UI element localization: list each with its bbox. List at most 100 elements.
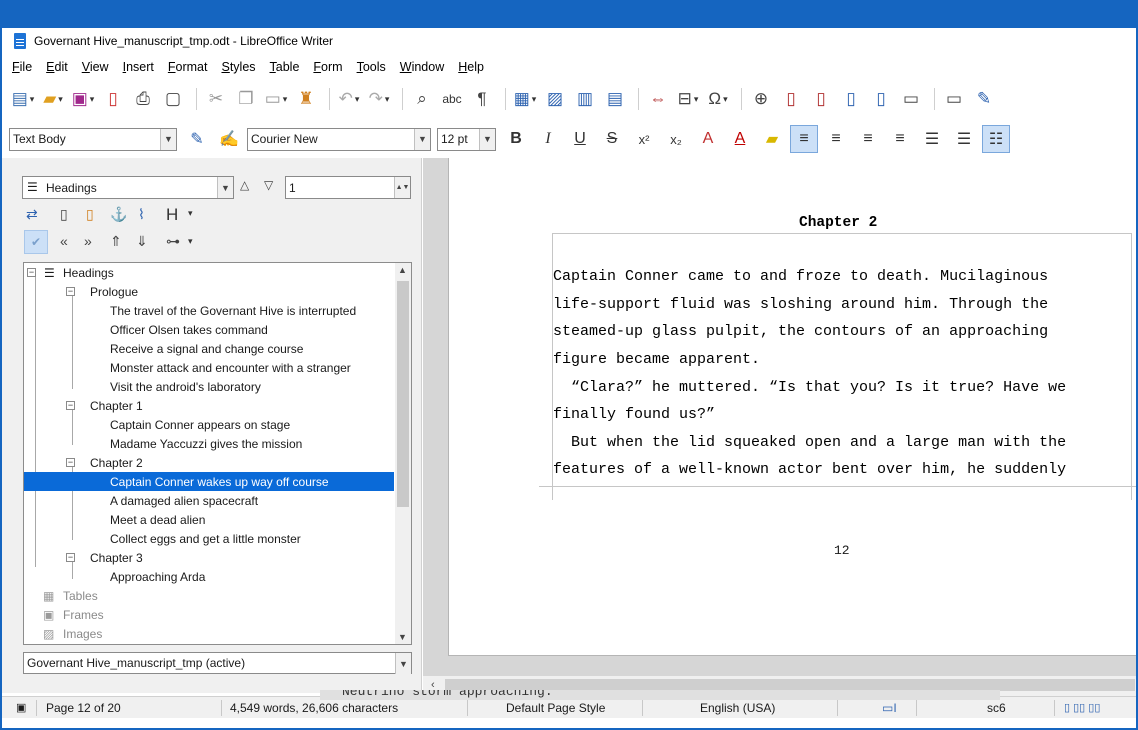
export-pdf-icon[interactable]: ▯ — [100, 86, 126, 112]
collapse-icon[interactable]: − — [66, 458, 75, 467]
tree-item-selected[interactable]: Captain Conner wakes up way off course — [24, 472, 394, 491]
body-line[interactable]: But when the lid squeaked open and a lar… — [553, 429, 1066, 457]
menu-help[interactable]: Help — [458, 60, 484, 74]
tree-item[interactable]: Collect eggs and get a little monster — [24, 529, 394, 548]
body-line[interactable]: “Clara?” he muttered. “Is that you? Is i… — [553, 374, 1066, 402]
page-count[interactable]: Page 12 of 20 — [46, 701, 121, 715]
paperclip-icon[interactable]: ⌇ — [138, 206, 145, 223]
chevron-down-icon[interactable]: ▾ — [188, 208, 193, 219]
cut-icon[interactable]: ✂ — [203, 86, 229, 112]
justify-icon[interactable]: ≡ — [886, 125, 914, 153]
hyperlink-icon[interactable]: ⊕ — [748, 86, 774, 112]
document-modified-icon[interactable]: ▣ — [16, 701, 26, 714]
open-folder-icon[interactable]: ▰ — [40, 86, 66, 112]
insert-field-icon[interactable]: ⊟ — [675, 86, 701, 112]
menu-table[interactable]: Table — [270, 60, 300, 74]
redo-icon[interactable]: ↷ — [366, 86, 392, 112]
insert-mode-icon[interactable]: ▭I — [882, 701, 897, 715]
special-character-icon[interactable]: Ω — [705, 86, 731, 112]
chevron-down-icon[interactable]: ▼ — [414, 128, 430, 150]
font-name-combo[interactable]: Courier New ▼ — [247, 127, 431, 151]
font-size-combo[interactable]: 12 pt ▼ — [437, 127, 496, 151]
insert-textbox-icon[interactable]: ▤ — [602, 86, 628, 112]
word-count[interactable]: 4,549 words, 26,606 characters — [230, 701, 398, 715]
demote-level-icon[interactable]: ⇓ — [136, 233, 148, 250]
spinner-arrows-icon[interactable]: ▲▼ — [394, 177, 410, 198]
comment-icon[interactable]: ▭ — [941, 86, 967, 112]
tree-item[interactable]: Meet a dead alien — [24, 510, 394, 529]
active-document-combo[interactable]: Governant Hive_manuscript_tmp (active) ▼ — [23, 652, 412, 674]
spelling-icon[interactable]: abc — [439, 86, 465, 112]
tree-item[interactable]: A damaged alien spacecraft — [24, 491, 394, 510]
insert-chart-icon[interactable]: ▥ — [572, 86, 598, 112]
bold-button[interactable]: B — [502, 125, 530, 153]
tree-root-headings[interactable]: − ☰ Headings — [24, 263, 394, 282]
tree-item[interactable]: Receive a signal and change course — [24, 339, 394, 358]
scroll-up-icon[interactable]: ▲ — [398, 265, 407, 275]
tree-item[interactable]: Madame Yaccuzzi gives the mission — [24, 434, 394, 453]
clone-formatting-icon[interactable]: ♜ — [293, 86, 319, 112]
collapse-icon[interactable]: − — [66, 553, 75, 562]
navigator-category-combo[interactable]: Headings ☰ ▼ — [22, 176, 234, 199]
tree-chapter[interactable]: − Chapter 2 — [24, 453, 394, 472]
menu-file[interactable]: File — [12, 60, 32, 74]
body-line[interactable]: finally found us?” — [553, 401, 715, 429]
cross-reference-icon[interactable]: ▭ — [898, 86, 924, 112]
find-replace-icon[interactable]: ⌕ — [409, 86, 435, 112]
drag-mode-icon[interactable]: ⊶ — [166, 233, 180, 250]
clear-formatting-icon[interactable]: A — [694, 125, 722, 153]
bookmark-icon[interactable]: ▯ — [838, 86, 864, 112]
font-color-icon[interactable]: A — [726, 125, 754, 153]
demote-chapter-icon[interactable]: » — [84, 233, 92, 249]
paste-icon[interactable]: ▭ — [263, 86, 289, 112]
update-style-icon[interactable]: ✎ — [183, 125, 211, 153]
save-icon[interactable]: ▣ — [70, 86, 96, 112]
body-line[interactable]: Captain Conner came to and froze to deat… — [553, 263, 1048, 291]
tree-category-frames[interactable]: ▣ Frames — [24, 605, 394, 624]
menu-insert[interactable]: Insert — [123, 60, 154, 74]
unordered-list-icon[interactable]: ☰ — [918, 125, 946, 153]
insert-image-icon[interactable]: ▨ — [542, 86, 568, 112]
collapse-icon[interactable]: − — [66, 287, 75, 296]
new-document-icon[interactable]: ▤ — [10, 86, 36, 112]
tree-item[interactable]: Visit the android's laboratory — [24, 377, 394, 396]
align-left-icon[interactable]: ≡ — [790, 125, 818, 153]
superscript-icon[interactable]: x² — [630, 125, 658, 153]
promote-level-icon[interactable]: ⇑ — [110, 233, 122, 250]
content-navigation-icon[interactable]: ✔ — [24, 230, 48, 254]
tree-chapter[interactable]: − Chapter 3 — [24, 548, 394, 567]
page-style[interactable]: Default Page Style — [506, 701, 605, 715]
strikethrough-button[interactable]: S — [598, 125, 626, 153]
chevron-down-icon[interactable]: ▼ — [479, 128, 495, 150]
undo-icon[interactable]: ↶ — [336, 86, 362, 112]
chevron-down-icon[interactable]: ▼ — [160, 128, 176, 150]
highlight-color-icon[interactable]: ▰ — [758, 125, 786, 153]
scroll-down-icon[interactable]: ▼ — [398, 632, 407, 642]
body-line[interactable]: steamed-up glass pulpit, the contours of… — [553, 318, 1048, 346]
heading-level-spinner[interactable]: 1 ▲▼ — [285, 176, 411, 199]
page-break-icon[interactable]: ⇔ — [645, 86, 671, 112]
promote-chapter-icon[interactable]: « — [60, 233, 68, 249]
menu-edit[interactable]: Edit — [46, 60, 68, 74]
tree-category-tables[interactable]: ▦ Tables — [24, 586, 394, 605]
view-layout-icon[interactable]: ▯ ▯▯ ▯▯ — [1064, 701, 1100, 714]
body-line[interactable]: figure became apparent. — [553, 346, 760, 374]
chevron-down-icon[interactable]: ▼ — [217, 177, 233, 198]
tree-chapter[interactable]: − Chapter 1 — [24, 396, 394, 415]
italic-button[interactable]: I — [534, 125, 562, 153]
tree-scrollbar[interactable]: ▲ ▼ — [395, 263, 411, 644]
menu-format[interactable]: Format — [168, 60, 208, 74]
collapse-icon[interactable]: − — [66, 401, 75, 410]
tree-chapter[interactable]: − Prologue — [24, 282, 394, 301]
formatting-marks-icon[interactable]: ¶ — [469, 86, 495, 112]
endnote-icon[interactable]: ▯ — [808, 86, 834, 112]
copy-icon[interactable]: ❐ — [233, 86, 259, 112]
ordered-list-icon[interactable]: ☰ — [950, 125, 978, 153]
down-arrow-icon[interactable]: ▽ — [264, 178, 273, 192]
tree-item[interactable]: Monster attack and encounter with a stra… — [24, 358, 394, 377]
tree-item[interactable]: Captain Conner appears on stage — [24, 415, 394, 434]
subscript-icon[interactable]: x₂ — [662, 125, 690, 153]
menu-window[interactable]: Window — [400, 60, 444, 74]
toggle-icon[interactable]: ⇄ — [26, 206, 38, 223]
align-right-icon[interactable]: ≡ — [854, 125, 882, 153]
